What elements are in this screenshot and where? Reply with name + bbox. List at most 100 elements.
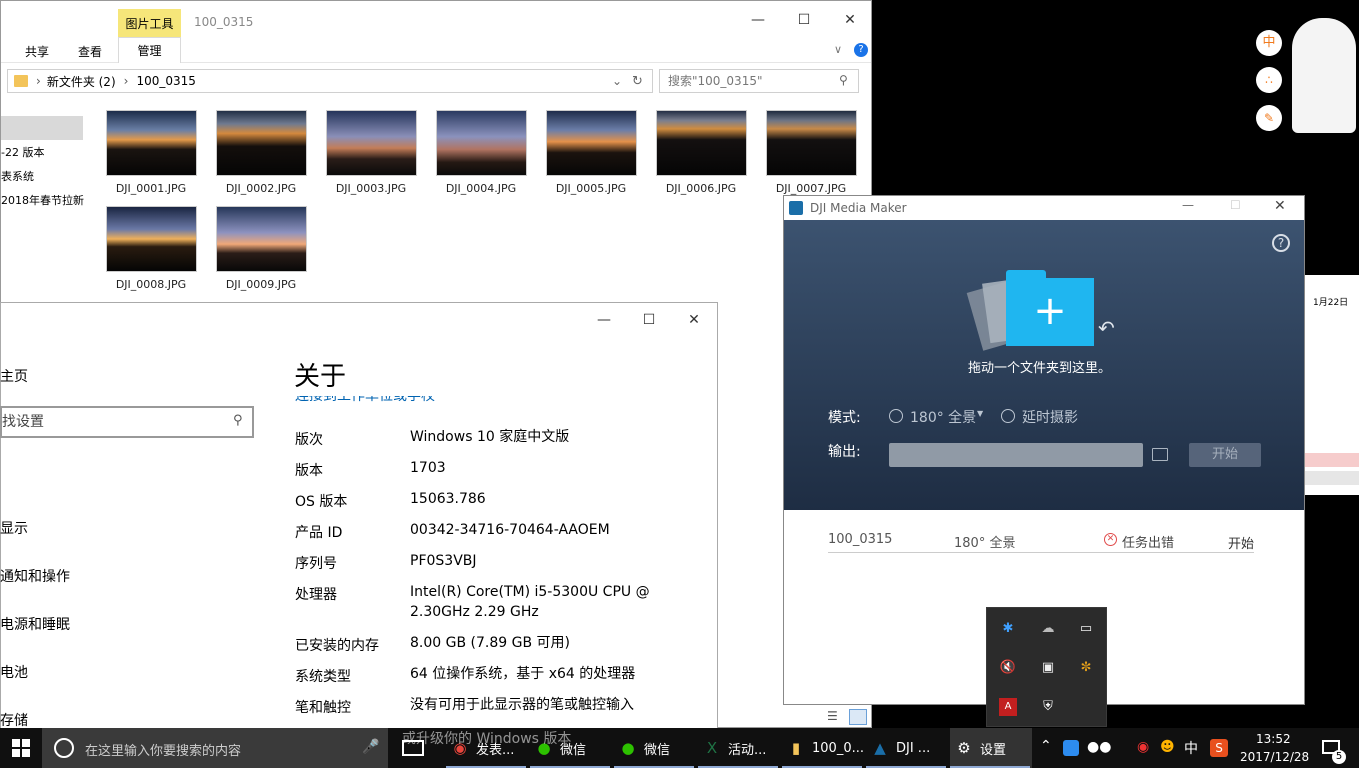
wechat-tray-icon[interactable]: ●●	[1087, 739, 1111, 755]
settings-search-input[interactable]: 找设置	[0, 406, 254, 438]
minimize-button[interactable]: —	[749, 11, 767, 29]
colorful-app-icon[interactable]: ✼	[1077, 659, 1095, 677]
task-start-button[interactable]: 开始	[1228, 533, 1254, 552]
tab-view[interactable]: 查看	[78, 43, 102, 60]
app-tray-icon[interactable]	[1063, 740, 1079, 756]
battery-icon[interactable]: ▭	[1077, 620, 1095, 638]
show-hidden-icons-button[interactable]: ⌃	[1040, 738, 1052, 754]
settings-nav-storage[interactable]: 存储	[0, 710, 28, 730]
chevron-down-icon[interactable]: ∨	[834, 43, 842, 56]
tab-share[interactable]: 共享	[25, 43, 49, 60]
nav-item[interactable]: 2018年春节拉新	[1, 192, 84, 208]
file-thumbnail[interactable]	[546, 110, 637, 176]
breadcrumb-item[interactable]: 100_0315	[136, 74, 195, 88]
help-icon[interactable]: ?	[854, 43, 868, 57]
info-value: 64 位操作系统，基于 x64 的处理器	[410, 666, 636, 682]
taskbar-app[interactable]: ▲ DJI ...	[866, 728, 948, 768]
red-app-tray-icon[interactable]: ◉	[1137, 739, 1149, 755]
tab-manage[interactable]: 管理	[118, 37, 181, 63]
adobe-icon[interactable]: A	[999, 698, 1017, 716]
tool-icon[interactable]: ✎	[1256, 105, 1282, 131]
file-thumbnail[interactable]	[766, 110, 857, 176]
mode-timelapse-label[interactable]: 延时摄影	[1022, 407, 1078, 427]
ime-indicator[interactable]: 中	[1184, 738, 1198, 758]
maximize-button[interactable]: ☐	[795, 11, 813, 29]
file-name[interactable]: DJI_0004.JPG	[426, 182, 536, 195]
close-button[interactable]: ✕	[841, 11, 859, 29]
file-thumbnail[interactable]	[106, 206, 197, 272]
microphone-icon[interactable]: 🎤	[362, 739, 379, 755]
arrow-icon: ↶	[1098, 316, 1115, 340]
taskbar-app[interactable]: ⚙ 设置	[950, 728, 1032, 768]
address-bar[interactable]: › 新文件夹 (2) › 100_0315 ⌄ ↻	[7, 69, 653, 93]
nav-selected-item[interactable]	[1, 116, 83, 140]
dji-drop-area[interactable]: ? + ↶ 拖动一个文件夹到这里。 模式: 180° 全景 ▼ 延时摄影 输出:…	[784, 220, 1304, 510]
taskbar-app[interactable]: ● 微信	[614, 728, 696, 768]
refresh-icon[interactable]: ↻	[632, 74, 643, 89]
cortana-icon[interactable]	[54, 738, 74, 758]
start-icon[interactable]	[12, 739, 30, 757]
dropdown-icon[interactable]: ▼	[977, 409, 983, 418]
file-name[interactable]: DJI_0006.JPG	[646, 182, 756, 195]
display-icon[interactable]: ▣	[1039, 659, 1057, 677]
volume-muted-icon[interactable]: 🔇	[999, 659, 1017, 677]
file-name[interactable]: DJI_0007.JPG	[756, 182, 866, 195]
info-value: 00342-34716-70464-AAOEM	[410, 522, 610, 538]
taskbar-search-input[interactable]: 在这里输入你要搜索的内容	[85, 740, 241, 759]
info-value: PF0S3VBJ	[410, 553, 477, 569]
file-thumbnail[interactable]	[106, 110, 197, 176]
file-thumbnail[interactable]	[326, 110, 417, 176]
info-value: Intel(R) Core(TM) i5-5300U CPU @ 2.30GHz…	[410, 584, 650, 620]
ribbon: 图片工具 共享 查看 管理 100_0315 — ☐ ✕ ∨ ?	[1, 1, 871, 63]
maximize-button[interactable]: ☐	[640, 311, 658, 329]
clock-date[interactable]: 2017/12/28	[1240, 750, 1309, 764]
details-view-icon[interactable]: ☰	[827, 709, 843, 725]
clock-time[interactable]: 13:52	[1256, 732, 1291, 746]
file-name[interactable]: DJI_0002.JPG	[206, 182, 316, 195]
file-name[interactable]: DJI_0008.JPG	[96, 278, 206, 291]
mode-timelapse-radio[interactable]	[1001, 409, 1015, 423]
settings-nav-display[interactable]: 显示	[0, 518, 28, 538]
mode-pano-radio[interactable]	[889, 409, 903, 423]
file-name[interactable]: DJI_0005.JPG	[536, 182, 646, 195]
dropdown-icon[interactable]: ⌄	[612, 74, 622, 88]
file-name[interactable]: DJI_0003.JPG	[316, 182, 426, 195]
file-name[interactable]: DJI_0009.JPG	[206, 278, 316, 291]
ime-badge[interactable]: 中	[1256, 30, 1282, 56]
maximize-button[interactable]: ☐	[1230, 198, 1241, 212]
thumbnail-view-icon[interactable]	[849, 709, 867, 725]
settings-nav-notifications[interactable]: 通知和操作	[0, 566, 70, 586]
file-thumbnail[interactable]	[216, 110, 307, 176]
upgrade-link[interactable]: 或升级你的 Windows 版本	[402, 728, 571, 748]
taskbar-app[interactable]: X 活动...	[698, 728, 780, 768]
qq-tray-icon[interactable]: ☻	[1160, 739, 1175, 755]
work-school-link[interactable]: 连接到工作单位或学校	[295, 396, 435, 404]
folder-browse-icon[interactable]	[1152, 448, 1168, 461]
start-button[interactable]: 开始	[1189, 443, 1261, 467]
file-thumbnail[interactable]	[656, 110, 747, 176]
dots-icon[interactable]: ∴	[1256, 67, 1282, 93]
sheet-highlight-row	[1305, 453, 1359, 467]
defender-icon[interactable]: ⛨	[1039, 698, 1057, 716]
settings-nav-battery[interactable]: 电池	[0, 662, 28, 682]
taskbar-app[interactable]: ▮ 100_0...	[782, 728, 864, 768]
nav-item[interactable]: -22 版本	[1, 144, 44, 160]
close-button[interactable]: ✕	[1274, 198, 1286, 214]
minimize-button[interactable]: —	[1182, 198, 1194, 212]
sogou-icon[interactable]: S	[1210, 739, 1228, 757]
close-button[interactable]: ✕	[685, 311, 703, 329]
help-icon[interactable]: ?	[1272, 234, 1290, 252]
settings-nav-power[interactable]: 电源和睡眠	[0, 614, 70, 634]
onedrive-icon[interactable]: ☁	[1039, 620, 1057, 638]
minimize-button[interactable]: —	[595, 311, 613, 329]
bluetooth-icon[interactable]: ✱	[999, 620, 1017, 638]
mode-pano-label[interactable]: 180° 全景	[910, 407, 976, 427]
search-input[interactable]: 搜索"100_0315"	[659, 69, 859, 93]
output-path-field[interactable]	[889, 443, 1143, 467]
file-name[interactable]: DJI_0001.JPG	[96, 182, 206, 195]
file-thumbnail[interactable]	[436, 110, 527, 176]
settings-home[interactable]: 主页	[0, 366, 28, 386]
nav-item[interactable]: 表系统	[1, 168, 34, 184]
file-thumbnail[interactable]	[216, 206, 307, 272]
breadcrumb-item[interactable]: 新文件夹 (2)	[47, 73, 116, 90]
